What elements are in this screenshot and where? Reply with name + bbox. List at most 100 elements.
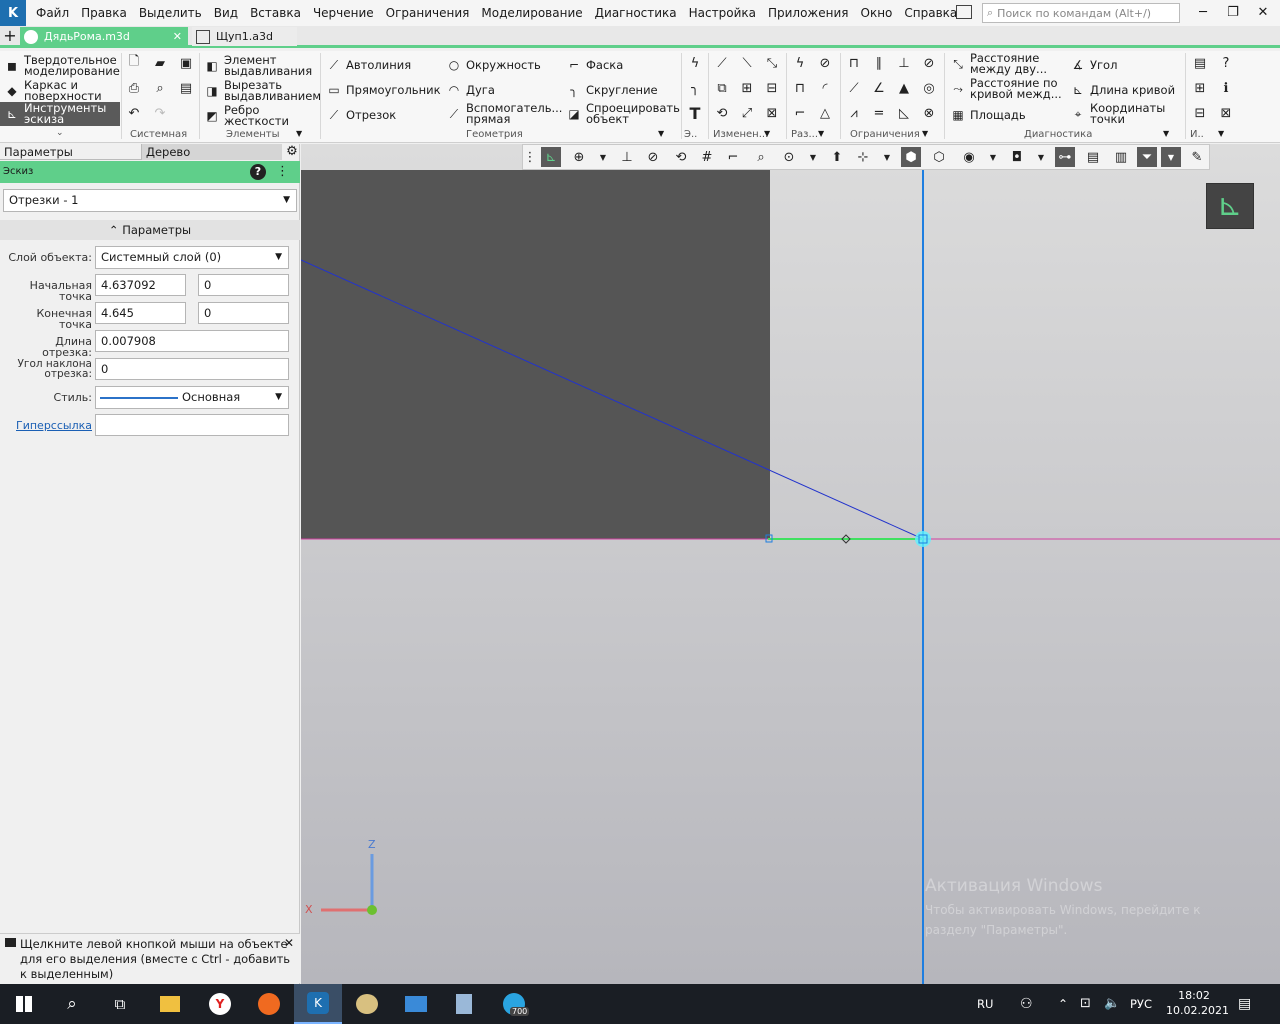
chevron-down-icon[interactable]: ▼ (1031, 147, 1051, 167)
notifications-icon[interactable]: ▤ (1238, 984, 1251, 1024)
group-dropdown-icon[interactable]: ▼ (1163, 129, 1169, 138)
mode-sketch[interactable]: ⊾ Инструменты эскиза (0, 102, 120, 126)
tab-dyadroma[interactable]: ДядьРома.m3d ✕ (20, 27, 188, 46)
curve-icon[interactable]: ╮ (685, 78, 705, 98)
tab-tree[interactable]: Дерево (141, 144, 282, 160)
menu-help[interactable]: Справка (898, 0, 963, 26)
rotate-view-icon[interactable]: ⟲ (671, 147, 691, 167)
tab-shchup[interactable]: Щуп1.a3d (192, 27, 297, 46)
layers-icon[interactable]: ▤ (1190, 53, 1210, 73)
paint-icon[interactable] (343, 984, 391, 1024)
hide-icon[interactable]: ◉ (959, 147, 979, 167)
library-icon[interactable]: ⊞ (1190, 78, 1210, 98)
shaded-view-icon[interactable]: ⬢ (901, 147, 921, 167)
curve-length-button[interactable]: ⊾ Длина кривой (1070, 82, 1175, 98)
start-icon[interactable] (0, 984, 48, 1024)
scale-icon[interactable]: ⤢ (737, 103, 757, 123)
tab-parameters[interactable]: Параметры (0, 144, 141, 160)
preview-icon[interactable]: ⌕ (150, 78, 170, 98)
chevron-down-icon[interactable]: ▼ (803, 147, 823, 167)
menu-file[interactable]: Файл (30, 0, 75, 26)
save-icon[interactable]: ▣ (176, 53, 196, 73)
zoom-window-icon[interactable]: ⊙ (779, 147, 799, 167)
length-input[interactable]: 0.007908 (95, 330, 289, 352)
clock[interactable]: 18:02 10.02.2021 (1166, 988, 1229, 1018)
point-coords-button[interactable]: ⌖ Координаты точки (1070, 102, 1170, 125)
yandex-browser-icon[interactable]: Y (196, 984, 244, 1024)
group-dropdown-icon[interactable]: ▼ (764, 129, 770, 138)
properties-icon[interactable]: ▤ (176, 78, 196, 98)
menu-modeling[interactable]: Моделирование (475, 0, 588, 26)
text-icon[interactable]: T (685, 103, 705, 123)
section-view-icon[interactable]: ⊘ (643, 147, 663, 167)
hint-close-icon[interactable]: ✕ (284, 936, 294, 951)
redo-icon[interactable]: ↷ (150, 103, 170, 123)
print-icon[interactable]: ⎙ (124, 78, 144, 98)
group-dropdown-icon[interactable]: ▼ (296, 129, 302, 138)
tab-close-icon[interactable]: ✕ (173, 30, 182, 43)
display-icon[interactable]: ◘ (1007, 147, 1027, 167)
panel-settings-icon[interactable]: ⚙ (284, 144, 300, 160)
arc-dim-icon[interactable]: △ (815, 103, 835, 123)
calculator-icon[interactable] (440, 984, 488, 1024)
collinear-icon[interactable]: ⟋ (844, 78, 864, 98)
curve-distance-button[interactable]: ⤳ Расстояние по кривой межд... (950, 77, 1070, 100)
pan-icon[interactable]: ⬆ (827, 147, 847, 167)
group-dropdown-icon[interactable]: ▼ (818, 129, 824, 138)
group-dropdown-icon[interactable]: ▼ (1218, 129, 1224, 138)
hyperlink-input[interactable] (95, 414, 289, 436)
command-search-input[interactable]: ⌕ Поиск по командам (Alt+/) (982, 3, 1180, 23)
menu-edit[interactable]: Правка (75, 0, 133, 26)
rectangle-button[interactable]: ▭ Прямоугольник (326, 82, 440, 98)
horizontal-icon[interactable]: ▲ (894, 78, 914, 98)
search-icon[interactable]: ⌕ (48, 984, 96, 1024)
move-icon[interactable]: ⊞ (737, 78, 757, 98)
kompas-taskbar-icon[interactable]: K (294, 984, 342, 1024)
start-y-input[interactable]: 0 (198, 274, 289, 296)
network-icon[interactable]: ⊡ (1080, 984, 1091, 1024)
ortho-icon[interactable]: ⌐ (723, 147, 743, 167)
help-icon[interactable]: ? (1216, 53, 1236, 73)
wireframe-view-icon[interactable]: ⬡ (929, 147, 949, 167)
section-parameters-header[interactable]: ⌃ Параметры (0, 220, 300, 240)
viewport-3d[interactable]: Z X ⊾ Активация Windows Чтобы активирова… (301, 144, 1280, 984)
angle-input[interactable]: 0 (95, 358, 289, 380)
concentric-icon[interactable]: ◎ (919, 78, 939, 98)
menu-drawing[interactable]: Черчение (307, 0, 380, 26)
info-icon[interactable]: ℹ (1216, 78, 1236, 98)
eyedropper-icon[interactable]: ✎ (1187, 147, 1207, 167)
orientation-icon[interactable]: ⊹ (853, 147, 873, 167)
grid-icon[interactable]: # (697, 147, 717, 167)
telegram-icon[interactable] (490, 984, 538, 1024)
cut-extrude-button[interactable]: ◨ Вырезать выдавливанием (204, 79, 321, 102)
object-selector[interactable]: Отрезки - 1 ▼ (3, 189, 297, 212)
menu-window[interactable]: Окно (855, 0, 899, 26)
vertical-icon[interactable]: ◺ (894, 103, 914, 123)
split-icon[interactable]: ⟍ (737, 53, 757, 73)
collapse-chevron-icon[interactable]: ⌄ (56, 128, 64, 138)
aux-line-button[interactable]: ⟋ Вспомогатель... прямая (446, 102, 563, 125)
menu-constraints[interactable]: Ограничения (380, 0, 476, 26)
tray-chevron-icon[interactable]: ⌃ (1058, 984, 1068, 1024)
mirror-icon[interactable]: ⊟ (762, 78, 782, 98)
angle-button[interactable]: ∡ Угол (1070, 57, 1118, 73)
snap-icon[interactable]: ⊕ (569, 147, 589, 167)
equal-icon[interactable]: = (869, 103, 889, 123)
filter-icon[interactable]: ⏷ (1137, 147, 1157, 167)
linear-dim-icon[interactable]: ⊓ (790, 78, 810, 98)
close-icon[interactable]: ✕ (1248, 0, 1278, 26)
tangent-icon[interactable]: ⊘ (919, 53, 939, 73)
distance-button[interactable]: ⤡ Расстояние между дву... (950, 52, 1066, 75)
new-doc-icon[interactable]: 🗋 (124, 53, 144, 73)
arc-button[interactable]: ◠ Дуга (446, 82, 495, 98)
panel-toggle-icon[interactable] (956, 5, 972, 19)
start-x-input[interactable]: 4.637092 (95, 274, 186, 296)
constraints-display-icon[interactable]: ⊶ (1055, 147, 1075, 167)
keyboard-layout[interactable]: РУС (1130, 984, 1152, 1024)
auto-dim-icon[interactable]: ϟ (790, 53, 810, 73)
extrude-button[interactable]: ◧ Элемент выдавливания (204, 54, 316, 77)
normal-to-icon[interactable]: ⊥ (617, 147, 637, 167)
copy-icon[interactable]: ⧉ (712, 78, 732, 98)
new-tab-icon[interactable]: + (2, 27, 18, 46)
chevron-down-icon[interactable]: ▼ (877, 147, 897, 167)
